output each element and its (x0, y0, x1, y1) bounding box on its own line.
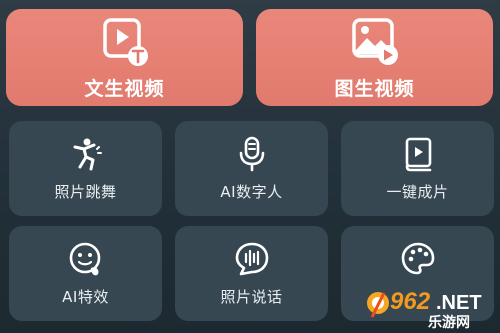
ai-effects-label: AI特效 (62, 288, 109, 306)
photo-dance-label: 照片跳舞 (54, 183, 117, 201)
dancer-icon (73, 138, 102, 171)
one-click-video-tile[interactable]: 一键成片 (341, 121, 494, 216)
image-to-video-icon (351, 18, 398, 65)
palette-icon (401, 242, 434, 275)
ai-avatar-tile[interactable]: AI数字人 (175, 121, 328, 216)
image-to-video-label: 图生视频 (334, 78, 415, 100)
speech-bubble-icon (235, 242, 268, 276)
ai-effects-tile[interactable]: AI特效 (9, 226, 162, 321)
text-to-video-icon (102, 18, 148, 66)
ai-avatar-label: AI数字人 (220, 183, 283, 201)
svg-text:962: 962 (390, 288, 431, 315)
one-click-video-label: 一键成片 (386, 183, 449, 201)
video-book-icon (405, 137, 431, 172)
text-to-video-card[interactable]: 文生视频 (6, 9, 243, 106)
image-to-video-card[interactable]: 图生视频 (256, 9, 493, 106)
watermark-logo: 962 .NET 乐游网 (367, 288, 482, 331)
face-effect-icon (69, 242, 100, 276)
photo-dance-tile[interactable]: 照片跳舞 (9, 121, 162, 216)
microphone-icon (239, 136, 264, 172)
photo-talk-tile[interactable]: 照片说话 (175, 226, 328, 321)
photo-talk-label: 照片说话 (220, 288, 283, 306)
text-to-video-label: 文生视频 (84, 78, 165, 100)
svg-text:.NET: .NET (436, 292, 482, 314)
svg-text:乐游网: 乐游网 (428, 314, 470, 331)
